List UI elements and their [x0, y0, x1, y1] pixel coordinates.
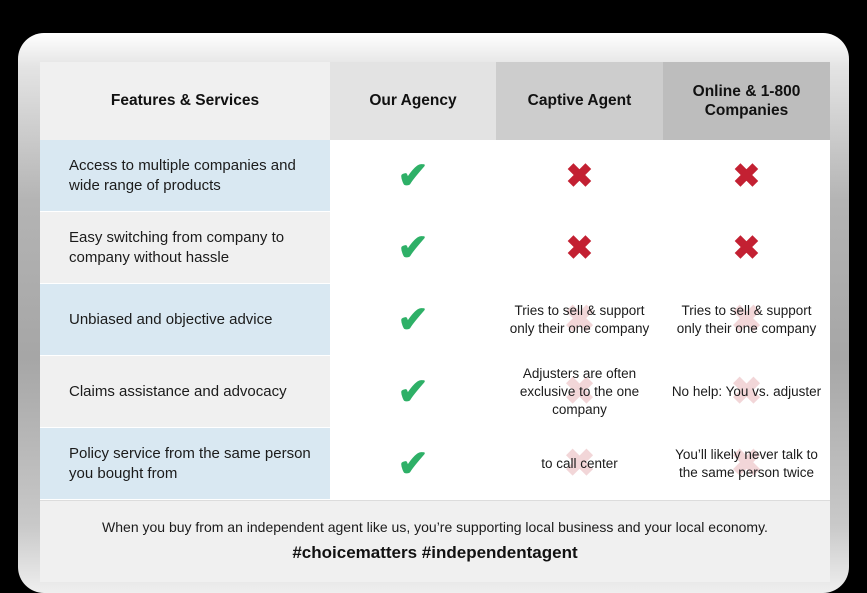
cell-captive-agent: ✖ to call center — [496, 427, 663, 500]
column-header-features: Features & Services — [40, 62, 330, 140]
cell-online-companies: ✖ Tries to sell & support only their one… — [663, 283, 830, 356]
check-icon: ✔ — [397, 155, 429, 196]
check-icon: ✔ — [397, 299, 429, 340]
table-header: Features & Services Our Agency Captive A… — [40, 62, 830, 140]
cross-icon: ✖ — [565, 157, 594, 194]
check-icon: ✔ — [397, 227, 429, 268]
footer-banner: When you buy from an independent agent l… — [40, 500, 830, 582]
cross-icon: ✖ — [732, 229, 761, 266]
table-row: Access to multiple companies and wide ra… — [40, 140, 830, 212]
cell-our-agency: ✔ — [330, 355, 496, 428]
cross-icon: ✖ — [732, 157, 761, 194]
table-row: Claims assistance and advocacy ✔ ✖ Adjus… — [40, 355, 830, 428]
tablet-screen: Features & Services Our Agency Captive A… — [40, 62, 830, 582]
check-icon: ✔ — [397, 371, 429, 412]
header-row: Features & Services Our Agency Captive A… — [40, 62, 830, 140]
cell-captive-agent: ✖ Adjusters are often exclusive to the o… — [496, 355, 663, 428]
note-text: to call center — [541, 455, 618, 471]
cell-online-companies: ✖ — [663, 211, 830, 284]
note-with-faded-cross: ✖ to call center — [504, 445, 655, 483]
note-with-faded-cross: ✖ You’ll likely never talk to the same p… — [671, 445, 822, 483]
cell-online-companies: ✖ No help: You vs. adjuster — [663, 355, 830, 428]
note-with-faded-cross: ✖ Adjusters are often exclusive to the o… — [504, 365, 655, 419]
note-text: No help: You vs. adjuster — [671, 383, 822, 399]
column-header-captive-agent: Captive Agent — [496, 62, 663, 140]
cell-our-agency: ✔ — [330, 211, 496, 284]
cell-captive-agent: ✖ — [496, 140, 663, 212]
tablet-device-frame: Features & Services Our Agency Captive A… — [18, 33, 849, 593]
note-text: Tries to sell & support only their one c… — [676, 302, 817, 336]
cell-online-companies: ✖ You’ll likely never talk to the same p… — [663, 427, 830, 500]
feature-label: Claims assistance and advocacy — [40, 355, 330, 428]
note-with-faded-cross: ✖ No help: You vs. adjuster — [671, 373, 822, 411]
note-text: Adjusters are often exclusive to the one… — [519, 365, 640, 417]
note-with-faded-cross: ✖ Tries to sell & support only their one… — [504, 301, 655, 339]
feature-label: Unbiased and objective advice — [40, 283, 330, 356]
note-with-faded-cross: ✖ Tries to sell & support only their one… — [671, 301, 822, 339]
table-row: Policy service from the same person you … — [40, 427, 830, 500]
check-icon: ✔ — [397, 443, 429, 484]
cell-our-agency: ✔ — [330, 427, 496, 500]
feature-label: Policy service from the same person you … — [40, 427, 330, 500]
table-row: Easy switching from company to company w… — [40, 211, 830, 284]
footer-hashtags: #choicematters #independentagent — [292, 542, 578, 562]
column-header-online-companies: Online & 1-800 Companies — [663, 62, 830, 140]
screenshot-stage: Features & Services Our Agency Captive A… — [0, 0, 867, 593]
footer-tagline: When you buy from an independent agent l… — [102, 519, 768, 535]
feature-label: Easy switching from company to company w… — [40, 211, 330, 284]
table-row: Unbiased and objective advice ✔ ✖ Tries … — [40, 283, 830, 356]
cell-our-agency: ✔ — [330, 140, 496, 212]
cell-our-agency: ✔ — [330, 283, 496, 356]
cross-icon: ✖ — [565, 229, 594, 266]
cell-captive-agent: ✖ — [496, 211, 663, 284]
column-header-our-agency: Our Agency — [330, 62, 496, 140]
cell-online-companies: ✖ — [663, 140, 830, 212]
cell-captive-agent: ✖ Tries to sell & support only their one… — [496, 283, 663, 356]
note-text: Tries to sell & support only their one c… — [509, 302, 650, 336]
note-text: You’ll likely never talk to the same per… — [675, 446, 818, 480]
comparison-table: Features & Services Our Agency Captive A… — [40, 62, 830, 500]
table-body: Access to multiple companies and wide ra… — [40, 140, 830, 500]
feature-label: Access to multiple companies and wide ra… — [40, 140, 330, 212]
